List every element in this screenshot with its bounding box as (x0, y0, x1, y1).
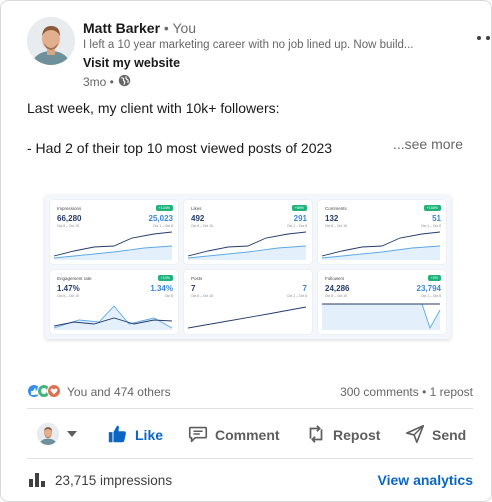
metric-period-previous: Oct 1 – Oct 8 (421, 294, 441, 298)
metric-sparkline (322, 231, 441, 260)
comment-button[interactable]: Comment (187, 417, 280, 453)
metric-current-value: 66,280 (57, 214, 82, 223)
metric-current-value: 132 (325, 214, 339, 223)
metric-period-current: Oct 8 – Oct 15 (325, 224, 347, 228)
metric-current-value: 1.47% (57, 284, 80, 293)
metric-sparkline (188, 231, 307, 260)
analytics-dashboard-image[interactable]: Impressions +134% 66,280 25,023 Oct 8 – Oct … (45, 195, 451, 339)
metric-period-previous: Oct 1 – Oct 8 (287, 294, 307, 298)
metric-previous-value: 25,023 (148, 214, 173, 223)
chevron-down-icon (67, 431, 77, 437)
more-options-icon[interactable] (477, 31, 491, 45)
metric-period-previous: Oct 1 – Oct 8 (153, 224, 173, 228)
view-analytics-link[interactable]: View analytics (378, 472, 473, 488)
repost-icon (305, 423, 327, 448)
send-label: Send (432, 427, 467, 443)
repost-label: Repost (333, 427, 381, 443)
comments-reposts-count[interactable]: 300 comments • 1 repost (340, 385, 473, 399)
social-counts: You and 474 others 300 comments • 1 repo… (27, 382, 473, 402)
comment-icon (187, 423, 209, 448)
globe-icon (118, 74, 131, 90)
metric-tile: Impressions +134% 66,280 25,023 Oct 8 – Oct … (50, 200, 178, 264)
metric-change-badge: +158% (423, 205, 441, 211)
metric-previous-value: 7 (302, 284, 307, 293)
like-label: Like (135, 427, 164, 443)
reactions-count[interactable]: You and 474 others (67, 385, 171, 399)
metric-current-value: 7 (191, 284, 196, 293)
metric-change-badge: +134% (155, 205, 173, 211)
metric-change-badge: +69% (291, 205, 307, 211)
metric-label: Followers (325, 276, 345, 281)
metric-tile: Comments +158% 132 51 Oct 8 – Oct 15 Oct 1 – … (318, 200, 446, 264)
author-headline: I left a 10 year marketing career with n… (83, 39, 413, 51)
metric-tile: Posts 7 7 Oct 8 – Oct 15 Oct 1 – Oct 8 (184, 270, 312, 334)
metric-sparkline (54, 231, 173, 260)
metric-period-current: Oct 8 – Oct 15 (57, 224, 79, 228)
see-more-link[interactable]: ...see more (393, 136, 463, 152)
metric-period-current: Oct 8 – Oct 15 (191, 294, 213, 298)
repost-button[interactable]: Repost (305, 417, 380, 453)
impressions-count: 23,715 impressions (55, 473, 173, 488)
metric-previous-value: 51 (432, 214, 441, 223)
comment-label: Comment (215, 427, 280, 443)
metric-period-previous: Oct 1 – Oct 8 (287, 224, 307, 228)
metric-previous-value: 23,794 (416, 284, 441, 293)
send-icon (404, 423, 426, 448)
metric-sparkline (188, 306, 307, 329)
metric-current-value: 492 (191, 214, 205, 223)
like-button[interactable]: Like (107, 417, 163, 453)
metric-current-value: 24,286 (325, 284, 350, 293)
author-avatar[interactable] (27, 17, 75, 65)
post-meta: 3mo • (83, 74, 131, 90)
metric-tile: Likes +69% 492 291 Oct 8 – Oct 15 Oct 1 – Oct… (184, 200, 312, 264)
metric-label: Impressions (57, 206, 82, 211)
metric-sparkline (322, 303, 441, 330)
post-as-selector[interactable] (37, 423, 77, 445)
post-card: Matt Barker • You I left a 10 year marke… (0, 0, 492, 502)
metric-tile: Followers +2% 24,286 23,794 Oct 8 – Oct 15 Oc… (318, 270, 446, 334)
metric-period-previous: Oct 8 (164, 294, 173, 298)
metric-tile: Engagement rate +10% 1.47% 1.34% Oct 8 – Oct… (50, 270, 178, 334)
metric-previous-value: 1.34% (150, 284, 173, 293)
metric-change-badge: +10% (157, 275, 173, 281)
impressions-summary[interactable]: 23,715 impressions (27, 469, 172, 492)
bar-chart-icon (27, 469, 47, 492)
post-time: 3mo • (83, 75, 114, 89)
metric-label: Comments (325, 206, 347, 211)
author-you-label: • You (160, 20, 197, 36)
metric-period-current: Oct 8 – Oct 15 (325, 294, 347, 298)
metric-previous-value: 291 (293, 214, 307, 223)
post-header: Matt Barker • You I left a 10 year marke… (27, 15, 490, 95)
metric-label: Posts (191, 276, 203, 281)
thumbs-up-icon (107, 423, 129, 448)
actor-avatar (37, 423, 59, 445)
metric-period-current: Oct 8 – Oct 15 (191, 224, 213, 228)
metric-period-current: Oct 8 – Oct 15 (57, 294, 79, 298)
post-footer: 23,715 impressions View analytics (27, 467, 473, 491)
divider (27, 408, 473, 409)
author-line: Matt Barker • You (83, 20, 196, 36)
action-bar: Like Comment Repost Send (27, 417, 473, 453)
post-text-line: Last week, my client with 10k+ followers… (27, 100, 280, 116)
visit-website-link[interactable]: Visit my website (83, 56, 180, 70)
author-name[interactable]: Matt Barker (83, 20, 160, 36)
love-reaction-icon (47, 384, 61, 398)
send-button[interactable]: Send (404, 417, 466, 453)
metric-change-badge: +2% (427, 275, 441, 281)
reaction-icons[interactable] (27, 384, 61, 398)
divider (27, 458, 473, 459)
metric-label: Likes (191, 206, 202, 211)
metric-sparkline (54, 305, 173, 330)
metric-period-previous: Oct 1 – Oct 8 (421, 224, 441, 228)
metric-label: Engagement rate (57, 276, 92, 281)
